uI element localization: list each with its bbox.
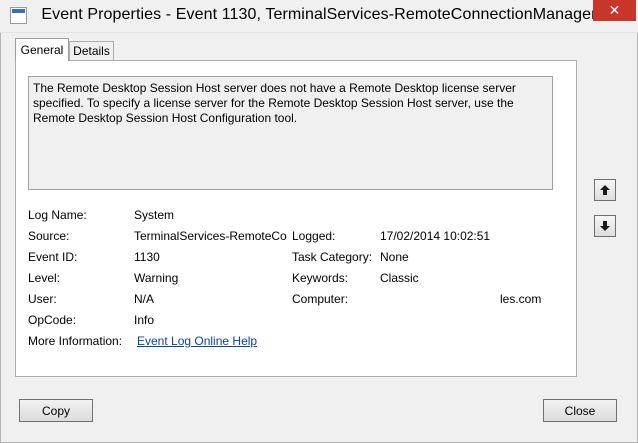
next-event-button[interactable]	[594, 215, 616, 237]
logged-label: Logged:	[292, 229, 336, 243]
copy-button[interactable]: Copy	[19, 399, 93, 422]
close-button[interactable]: Close	[543, 399, 617, 422]
title-bar: Event Properties - Event 1130, TerminalS…	[0, 0, 638, 33]
event-description-text: The Remote Desktop Session Host server d…	[33, 81, 516, 125]
logged-value: 17/02/2014 10:02:51	[380, 229, 491, 243]
window-title: Event Properties - Event 1130, TerminalS…	[41, 6, 597, 23]
source-value: TerminalServices-RemoteCo	[134, 229, 287, 243]
tab-details[interactable]: Details	[69, 41, 114, 60]
log-name-value: System	[134, 208, 175, 222]
computer-label: Computer:	[292, 292, 349, 306]
user-label: User:	[28, 292, 57, 306]
tab-details-label: Details	[73, 44, 110, 58]
event-id-value: 1130	[134, 250, 160, 264]
keywords-value: Classic	[380, 271, 419, 285]
opcode-label: OpCode:	[28, 313, 77, 327]
more-information-label: More Information:	[28, 334, 123, 348]
arrow-down-icon	[600, 221, 610, 231]
close-button-label: Close	[564, 403, 596, 418]
user-value: N/A	[134, 292, 155, 306]
event-description[interactable]: The Remote Desktop Session Host server d…	[28, 76, 553, 190]
keywords-label: Keywords:	[292, 271, 349, 285]
opcode-value: Info	[134, 313, 155, 327]
close-window-button[interactable]: ✕	[593, 0, 636, 21]
arrow-up-icon	[600, 185, 610, 195]
source-label: Source:	[28, 229, 70, 243]
task-category-label: Task Category:	[292, 250, 373, 264]
task-category-value: None	[380, 250, 409, 264]
level-value: Warning	[134, 271, 179, 285]
event-id-label: Event ID:	[28, 250, 78, 264]
computer-value: les.com	[500, 292, 542, 306]
tab-general[interactable]: General	[15, 38, 69, 61]
copy-button-label: Copy	[41, 403, 70, 418]
event-log-online-help-link[interactable]: Event Log Online Help	[137, 334, 257, 348]
tab-general-label: General	[20, 43, 64, 57]
previous-event-button[interactable]	[594, 179, 616, 201]
log-name-label: Log Name:	[28, 208, 87, 222]
level-label: Level:	[28, 271, 61, 285]
